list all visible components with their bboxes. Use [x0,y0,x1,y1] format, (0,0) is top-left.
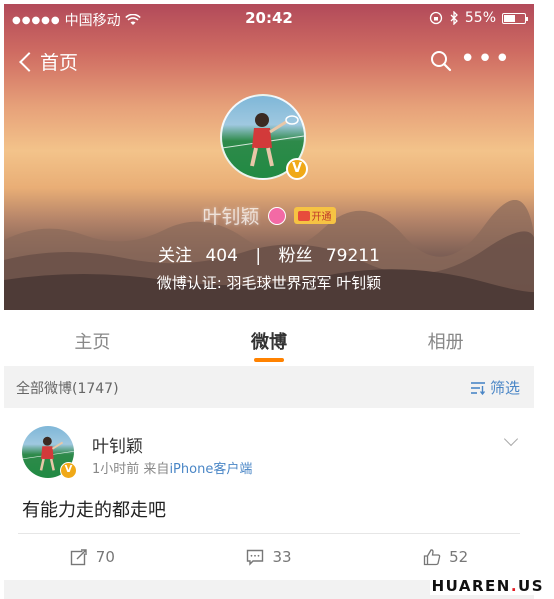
active-tab-indicator [254,358,284,362]
profile-tabs: 主页 微博 相册 [4,310,534,366]
tab-weibo[interactable]: 微博 [181,310,358,366]
stats-separator: | [255,246,262,266]
profile-name: 叶钊颖 [202,206,260,228]
filter-button[interactable]: 筛选 [470,377,520,398]
weibo-post[interactable]: V 叶钊颖 1小时前 来自iPhone客户端 有能力走的都走吧 70 33 52 [4,408,534,580]
back-button[interactable]: 首页 [16,48,78,75]
chevron-left-icon [19,51,39,72]
search-icon[interactable] [430,50,452,72]
female-icon [267,206,286,225]
tab-label: 主页 [74,332,111,353]
battery-fill [504,14,515,22]
profile-stats: 关注 404 | 粉丝 79211 [4,241,534,266]
post-time: 1小时前 [92,462,140,477]
watermark-part2: US [518,577,544,595]
tab-album[interactable]: 相册 [357,310,534,366]
followers-count: 79211 [325,246,380,266]
status-bar: ●●●●● 中国移动 20:42 55% [4,4,534,34]
post-source-prefix: 来自 [143,462,170,477]
repost-icon [70,549,87,566]
repost-count: 70 [95,548,115,566]
like-button[interactable]: 52 [357,534,534,580]
comment-count: 33 [272,548,292,566]
lock-rotation-icon [429,11,443,25]
comment-button[interactable]: 33 [181,534,358,580]
followers-stat[interactable]: 粉丝 79211 [274,246,384,266]
chevron-down-icon[interactable] [503,431,519,447]
nav-bar: 首页 ••• [4,44,534,84]
post-meta: 1小时前 来自iPhone客户端 [92,458,252,477]
followers-label: 粉丝 [278,246,313,266]
bluetooth-icon [450,11,458,25]
post-source[interactable]: iPhone客户端 [169,462,252,477]
repost-button[interactable]: 70 [4,534,181,580]
profile-name-row: 叶钊颖 开通 [4,202,534,229]
back-label: 首页 [40,52,79,74]
post-verified-badge: V [60,462,77,479]
battery-icon [502,12,528,24]
vip-label: 开通 [311,212,332,223]
verification-text: 微博认证: 羽毛球世界冠军 叶钊颖 [156,274,382,292]
following-count: 404 [205,246,238,266]
following-label: 关注 [158,246,193,266]
post-actions: 70 33 52 [4,534,534,580]
verified-badge: V [286,158,308,180]
battery-percent: 55% [464,10,496,26]
all-posts-count[interactable]: 全部微博(1747) [16,378,119,398]
profile-header: ●●●●● 中国移动 20:42 55% 首页 ••• V 叶钊颖 开通 关注 … [4,4,534,310]
watermark-dot: . [510,577,519,595]
thumbs-up-icon [423,549,441,566]
watermark-logo: HUAREN.US [429,577,546,595]
post-author[interactable]: 叶钊颖 [92,432,143,457]
post-text: 有能力走的都走吧 [22,500,166,521]
tab-home[interactable]: 主页 [4,310,181,366]
status-right: 55% [429,10,528,26]
more-icon[interactable]: ••• [460,46,512,72]
crown-icon [297,210,310,221]
comment-icon [247,549,264,566]
profile-avatar-wrap[interactable]: V [220,94,308,180]
filter-icon [470,381,486,395]
tab-label: 微博 [251,332,287,353]
battery-tip [526,16,528,21]
filter-bar: 全部微博(1747) 筛选 [4,366,534,408]
tab-label: 相册 [427,332,464,353]
filter-label: 筛选 [489,379,520,397]
watermark-part1: HUAREN [431,577,511,595]
vip-badge[interactable]: 开通 [293,207,336,224]
following-stat[interactable]: 关注 404 [154,246,242,266]
post-avatar-wrap[interactable]: V [22,426,77,479]
like-count: 52 [449,548,469,566]
